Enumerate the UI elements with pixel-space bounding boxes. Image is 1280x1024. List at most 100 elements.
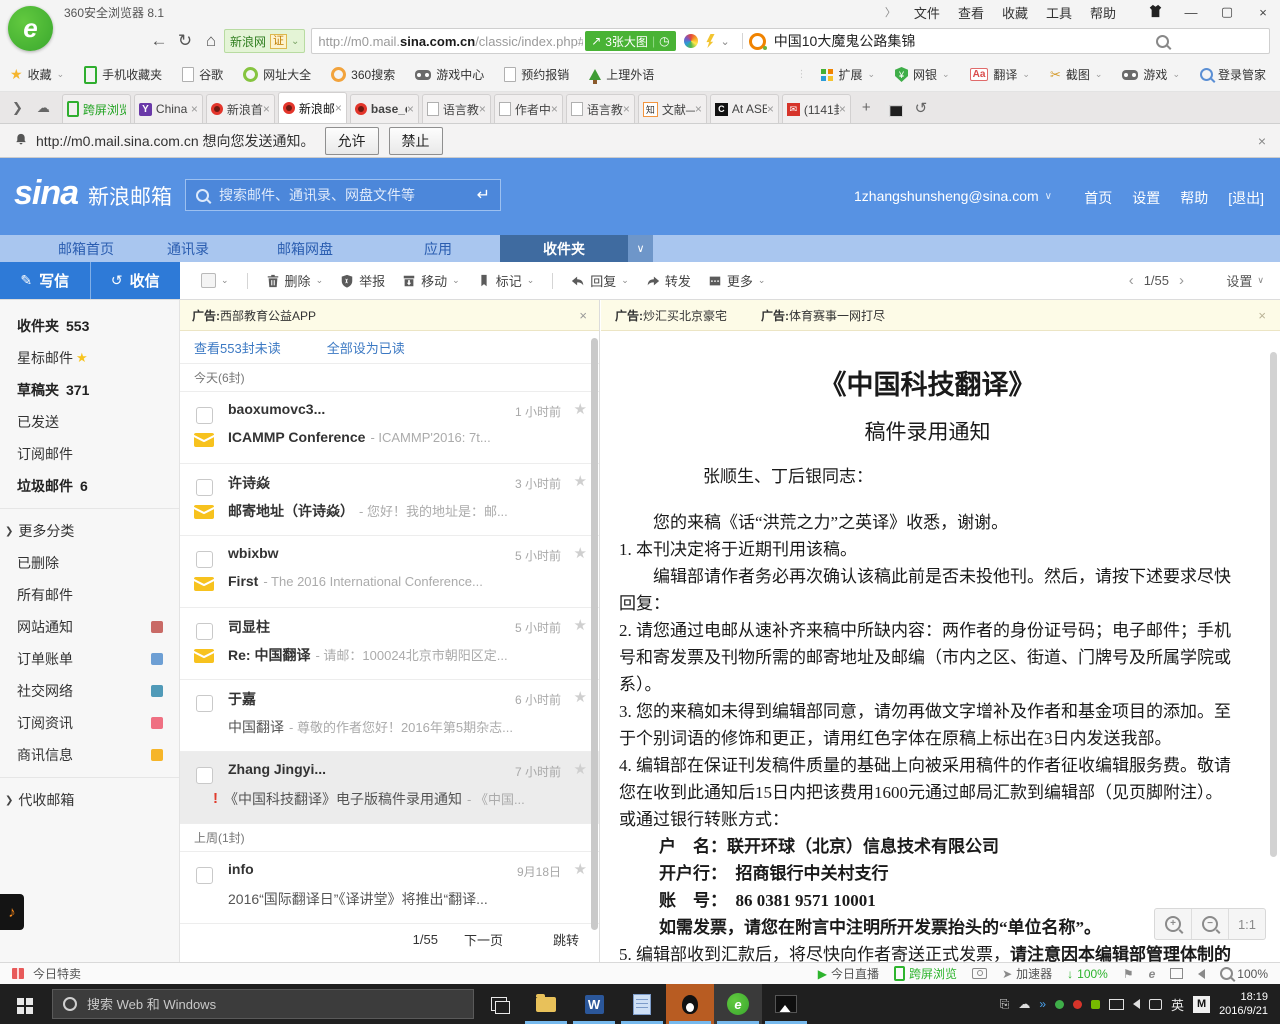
mail-list-item[interactable]: 司显柱 5 小时前 ★ Re: 中国翻译- 请邮：100024北京市朝阳区定..… — [180, 608, 599, 680]
checkbox-icon[interactable] — [196, 551, 213, 568]
checkbox-icon[interactable] — [196, 623, 213, 640]
star-icon[interactable]: ★ — [574, 760, 587, 778]
sidebar-item-spam[interactable]: 垃圾邮件6 — [0, 470, 179, 502]
star-icon[interactable]: ★ — [574, 688, 587, 706]
bookmark-mobile-favorites[interactable]: 手机收藏夹 — [84, 66, 162, 84]
move-button[interactable]: 移动⌄ — [397, 271, 465, 290]
close-tab-icon[interactable]: × — [479, 102, 486, 116]
ebank-button[interactable]: ¥网银⌄ — [895, 66, 950, 83]
tab-language-edu-1[interactable]: 语言教育× — [422, 94, 491, 123]
menu-collapse-icon[interactable]: 〉 — [885, 4, 896, 20]
reopen-closed-tab-icon[interactable]: ↺ — [915, 99, 928, 117]
link-settings[interactable]: 设置 — [1132, 188, 1160, 208]
games-button[interactable]: 游戏⌄ — [1122, 66, 1180, 83]
bookmark-site-directory[interactable]: 网址大全 — [243, 66, 311, 83]
taskbar-app-word[interactable]: W — [570, 984, 618, 1024]
maximize-icon[interactable]: ▢ — [1216, 4, 1238, 20]
action-center-icon[interactable] — [1149, 999, 1162, 1010]
bookmark-favorites[interactable]: ★收藏⌄ — [10, 66, 64, 83]
tab-author-center[interactable]: 作者中心× — [494, 94, 563, 123]
star-icon[interactable]: ★ — [574, 472, 587, 490]
menu-help[interactable]: 帮助 — [1090, 3, 1116, 22]
reply-button[interactable]: 回复⌄ — [566, 271, 634, 290]
close-tab-icon[interactable]: × — [695, 102, 702, 116]
bookmark-usst-foreign[interactable]: 上理外语 — [589, 66, 654, 83]
sidebar-item-inbox[interactable]: 收件夹553 — [0, 310, 179, 342]
allow-button[interactable]: 允许 — [325, 127, 379, 155]
mail-list-item[interactable]: wbixbw 5 小时前 ★ First- The 2016 Internati… — [180, 536, 599, 608]
bookmark-game-center[interactable]: 游戏中心 — [415, 66, 484, 83]
cloud-sync-icon[interactable]: ☁ — [37, 100, 50, 116]
inbox-dropdown-icon[interactable]: ∨ — [628, 235, 653, 262]
sidebar-item-starred[interactable]: 星标邮件★ — [0, 342, 179, 374]
task-view-button[interactable] — [476, 984, 522, 1024]
window-mode-button[interactable] — [1170, 968, 1183, 979]
prev-page-icon[interactable]: ‹ — [1129, 272, 1134, 289]
cross-screen-button[interactable]: 跨屏浏览 — [894, 965, 957, 982]
tab-cross-screen[interactable]: 跨屏浏览 — [62, 94, 131, 123]
tab-inbox-active[interactable]: 收件夹 — [500, 235, 628, 262]
close-tab-icon[interactable]: × — [767, 102, 774, 116]
delete-button[interactable]: 删除⌄ — [261, 271, 329, 290]
tab-list-icon[interactable] — [885, 101, 899, 114]
accelerator-button[interactable]: ➤加速器 — [1002, 965, 1052, 982]
expand-tabs-icon[interactable]: ❯ — [12, 100, 23, 116]
mail-search-input[interactable] — [217, 186, 469, 204]
pane-scrollbar[interactable] — [1270, 352, 1277, 857]
taskbar-search-box[interactable] — [52, 989, 474, 1019]
tab-sina-home[interactable]: 新浪首页× — [206, 94, 275, 123]
sina-logo[interactable]: sina 新浪邮箱 — [14, 176, 172, 211]
sidebar-item-subscriptions[interactable]: 订阅邮件 — [0, 438, 179, 470]
nav-contacts[interactable]: 通讯录 — [167, 235, 209, 262]
list-settings-button[interactable]: 设置∨ — [1226, 262, 1264, 299]
select-all-checkbox[interactable]: ⌄ — [196, 273, 234, 288]
tab-mail-1141[interactable]: ✉(1141封× — [782, 94, 851, 123]
more-button[interactable]: 更多⌄ — [703, 271, 771, 290]
sidebar-item-social[interactable]: 社交网络 — [0, 675, 179, 707]
link-logout[interactable]: [退出] — [1228, 188, 1264, 208]
nav-netdisk[interactable]: 邮箱网盘 — [277, 235, 333, 262]
mail-list-item[interactable]: info 9月18日 ★ 2016“国际翻译日”《译讲堂》将推出“翻译... — [180, 852, 599, 924]
account-menu[interactable]: 1zhangshunsheng@sina.com ∨ — [854, 188, 1052, 204]
close-tab-icon[interactable]: × — [551, 102, 558, 116]
sidebar-item-proxy-mailbox[interactable]: ❯代收邮箱 — [0, 784, 179, 816]
pane-ad-banner[interactable]: 广告:炒汇买北京豪宅 广告:体育赛事一网打尽 × — [601, 300, 1280, 331]
snapshot-button[interactable] — [972, 968, 987, 979]
url-field[interactable]: http://m0.mail.sina.com.cn/classic/index… — [311, 28, 1270, 54]
browser-mode-button[interactable]: e — [1149, 967, 1156, 981]
photo-mode-icon[interactable] — [684, 34, 698, 48]
tab-china-se[interactable]: YChina Se× — [134, 94, 203, 123]
tab-sina-mail-active[interactable]: 新浪邮箱× — [278, 92, 347, 123]
red-tray-icon[interactable] — [1073, 1000, 1082, 1009]
view-unread-link[interactable]: 查看553封未读 — [194, 338, 281, 357]
list-ad-banner[interactable]: 广告: 西部教育公益APP × — [180, 300, 599, 331]
tab-language-edu-2[interactable]: 语言教育× — [566, 94, 635, 123]
menu-view[interactable]: 查看 — [958, 3, 984, 22]
extensions-button[interactable]: 扩展⌄ — [821, 66, 875, 83]
mail-search-box[interactable]: ↵ — [185, 179, 501, 211]
tab-base-dc[interactable]: base_dc× — [350, 94, 419, 123]
green-tray-icon[interactable] — [1055, 1000, 1064, 1009]
sidebar-item-feeds[interactable]: 订阅资讯 — [0, 707, 179, 739]
flag-button[interactable]: ⚑ — [1123, 967, 1134, 981]
menu-favorites[interactable]: 收藏 — [1002, 3, 1028, 22]
next-page-icon[interactable]: › — [1179, 272, 1184, 289]
zoom-out-button[interactable]: − — [1192, 909, 1229, 939]
close-tab-icon[interactable]: × — [839, 102, 846, 116]
search-icon[interactable] — [1156, 35, 1169, 48]
checkbox-icon[interactable] — [196, 767, 213, 784]
enter-icon[interactable]: ↵ — [477, 185, 490, 205]
tab-literature[interactable]: 知文献—中× — [638, 94, 707, 123]
speed-mode-icon[interactable] — [706, 34, 715, 48]
start-button[interactable] — [0, 984, 50, 1024]
login-manager-button[interactable]: 登录管家 — [1200, 66, 1266, 83]
chevron-down-icon[interactable]: ⌄ — [721, 35, 730, 48]
bookmark-reimburse[interactable]: 预约报销 — [504, 66, 569, 83]
big-pictures-badge[interactable]: ↗ 3张大图 | ◷ — [585, 31, 675, 51]
nav-apps[interactable]: 应用 — [424, 235, 452, 262]
tab-at-asea[interactable]: CAt ASEA× — [710, 94, 779, 123]
sidebar-item-orders-bills[interactable]: 订单账单 — [0, 643, 179, 675]
zoom-in-button[interactable]: + — [1155, 909, 1192, 939]
close-ad-icon[interactable]: × — [579, 308, 587, 323]
star-icon[interactable]: ★ — [574, 616, 587, 634]
